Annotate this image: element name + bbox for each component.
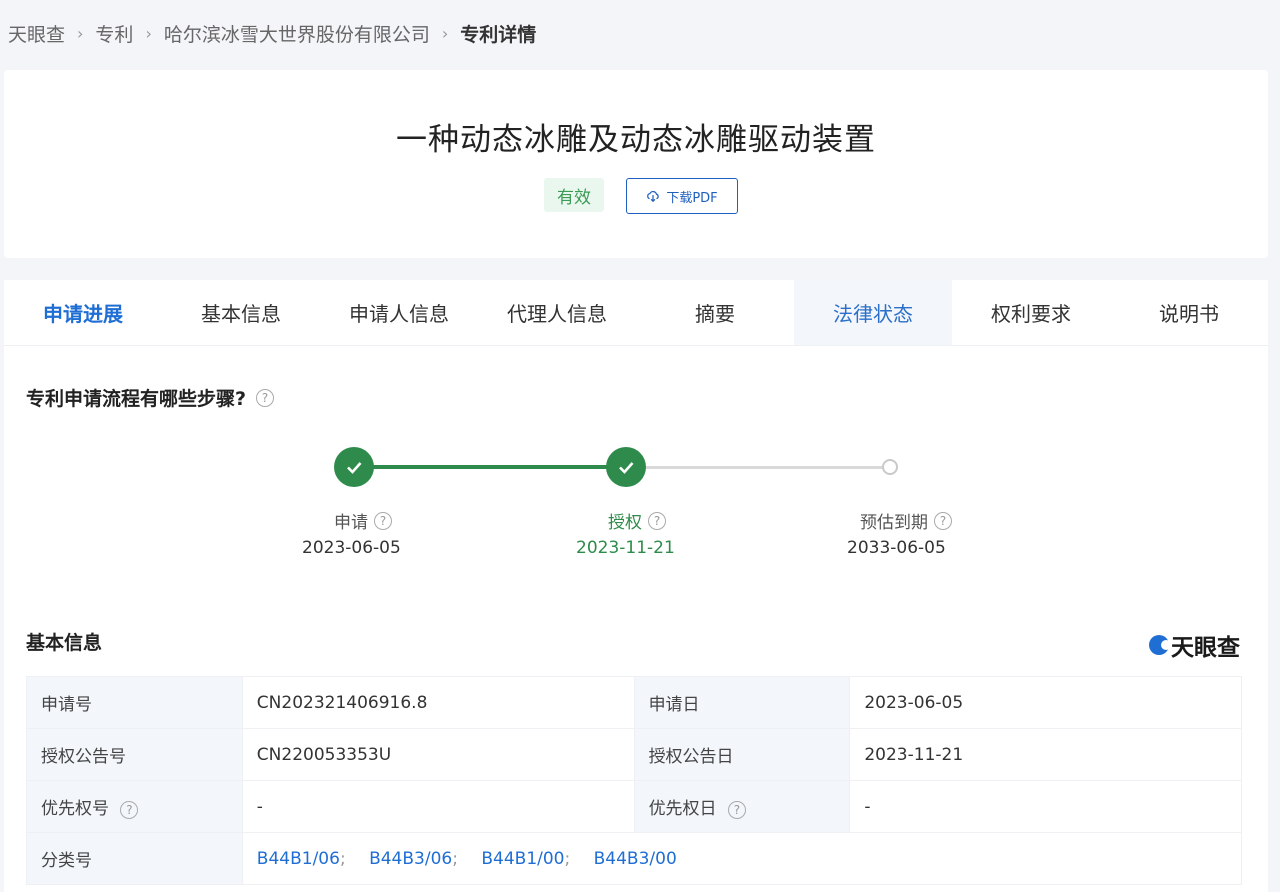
help-icon[interactable]: ? (648, 511, 666, 530)
patent-header-card: 一种动态冰雕及动态冰雕驱动装置 有效 下载PDF (4, 70, 1268, 258)
step-expiry-date: 2033-06-05 (847, 538, 946, 558)
tab-basic-info[interactable]: 基本信息 (162, 280, 320, 345)
table-row: 申请号 CN202321406916.8 申请日 2023-06-05 (26, 676, 1242, 729)
chevron-right-icon: › (145, 23, 152, 43)
classification-values: B44B1/06; B44B3/06; B44B1/00; B44B3/00 (241, 832, 1243, 885)
help-icon[interactable]: ? (374, 511, 392, 530)
logo-text: 天眼查 (1171, 635, 1240, 661)
step-grant-date: 2023-11-21 (576, 538, 675, 558)
basic-info-table: 申请号 CN202321406916.8 申请日 2023-06-05 授权公告… (26, 676, 1243, 885)
classification-code: B44B3/00 (593, 848, 677, 869)
tab-bar: 申请进展 基本信息 申请人信息 代理人信息 摘要 法律状态 权利要求 说明书 (4, 280, 1268, 346)
check-icon (619, 462, 634, 474)
basic-info-title-text: 基本信息 (26, 632, 103, 654)
cloud-download-icon (647, 190, 660, 203)
chevron-right-icon: › (77, 23, 84, 43)
logo-icon (1149, 635, 1171, 655)
table-row: 分类号 B44B1/06; B44B3/06; B44B1/00; B44B3/… (26, 832, 1243, 885)
priority-number-text: 优先权号 (41, 799, 109, 819)
step-grant-label: 授权 ? (608, 508, 666, 533)
classification-code: B44B3/06 (369, 848, 453, 869)
priority-date-value: - (849, 780, 1242, 833)
classification-link[interactable]: B44B3/00 (594, 849, 677, 869)
tab-legal-status[interactable]: 法律状态 (794, 280, 952, 345)
tab-abstract[interactable]: 摘要 (636, 280, 794, 345)
tianyancha-logo: 天眼查 (1149, 628, 1240, 662)
grant-date-label: 授权公告日 (633, 728, 851, 781)
progress-line-pending (626, 466, 890, 469)
page-title: 一种动态冰雕及动态冰雕驱动装置 (396, 122, 876, 158)
grant-number-value: CN220053353U (241, 728, 635, 781)
table-row: 优先权号 ? - 优先权日 ? - (26, 780, 1242, 833)
tab-progress[interactable]: 申请进展 (4, 280, 162, 345)
classification-link[interactable]: B44B1/00; (481, 849, 570, 869)
progress-section-title: 专利申请流程有哪些步骤? ? (26, 384, 275, 411)
priority-date-text: 优先权日 (648, 799, 717, 819)
application-number-value: CN202321406916.8 (241, 676, 635, 729)
progress-line-done (354, 465, 626, 469)
download-pdf-label: 下载PDF (666, 190, 718, 206)
step-apply-node (334, 447, 374, 487)
help-icon[interactable]: ? (727, 801, 746, 819)
basic-info-title: 基本信息 (26, 628, 102, 655)
download-pdf-button[interactable]: 下载PDF (626, 178, 738, 214)
chevron-right-icon: › (441, 23, 449, 43)
application-date-label: 申请日 (633, 676, 851, 729)
step-apply-date: 2023-06-05 (302, 538, 401, 558)
help-icon[interactable]: ? (934, 511, 952, 530)
grant-number-label: 授权公告号 (26, 728, 243, 781)
grant-date-value: 2023-11-21 (849, 728, 1242, 781)
breadcrumb-patent[interactable]: 专利 (95, 20, 133, 47)
step-apply-text: 申请 (334, 513, 368, 533)
help-icon[interactable]: ? (256, 388, 275, 407)
breadcrumb: 天眼查 › 专利 › 哈尔滨冰雪大世界股份有限公司 › 专利详情 (8, 19, 536, 47)
breadcrumb-home[interactable]: 天眼查 (8, 20, 65, 47)
tab-description[interactable]: 说明书 (1110, 280, 1268, 345)
breadcrumb-company[interactable]: 哈尔滨冰雪大世界股份有限公司 (164, 20, 430, 47)
check-icon (347, 462, 362, 474)
classification-code: B44B1/00 (481, 848, 565, 869)
step-grant-text: 授权 (608, 513, 642, 533)
breadcrumb-current: 专利详情 (460, 23, 537, 46)
step-expiry-label: 预估到期 ? (860, 508, 952, 533)
step-apply-label: 申请 ? (334, 508, 392, 533)
table-row: 授权公告号 CN220053353U 授权公告日 2023-11-21 (26, 728, 1242, 781)
step-expiry-text: 预估到期 (860, 513, 928, 533)
application-date-value: 2023-06-05 (849, 676, 1242, 729)
classification-link[interactable]: B44B3/06; (369, 849, 458, 869)
classification-code: B44B1/06 (256, 848, 340, 869)
classification-link[interactable]: B44B1/06; (257, 849, 346, 869)
progress-steps: 申请 ? 2023-06-05 授权 ? 2023-11-21 预估到期 ? 2… (4, 445, 1268, 565)
tab-applicant-info[interactable]: 申请人信息 (320, 280, 478, 345)
step-expiry-node (882, 459, 898, 475)
tab-claims[interactable]: 权利要求 (952, 280, 1110, 345)
classification-label: 分类号 (26, 832, 243, 885)
application-number-label: 申请号 (26, 676, 243, 729)
priority-number-value: - (241, 780, 635, 833)
main-card: 申请进展 基本信息 申请人信息 代理人信息 摘要 法律状态 权利要求 说明书 专… (4, 280, 1268, 892)
progress-title-text: 专利申请流程有哪些步骤? (26, 388, 247, 410)
priority-number-label: 优先权号 ? (26, 780, 243, 833)
tab-agent-info[interactable]: 代理人信息 (478, 280, 636, 345)
step-grant-node (606, 447, 646, 487)
priority-date-label: 优先权日 ? (633, 780, 851, 833)
status-badge: 有效 (544, 178, 604, 212)
help-icon[interactable]: ? (120, 801, 139, 819)
